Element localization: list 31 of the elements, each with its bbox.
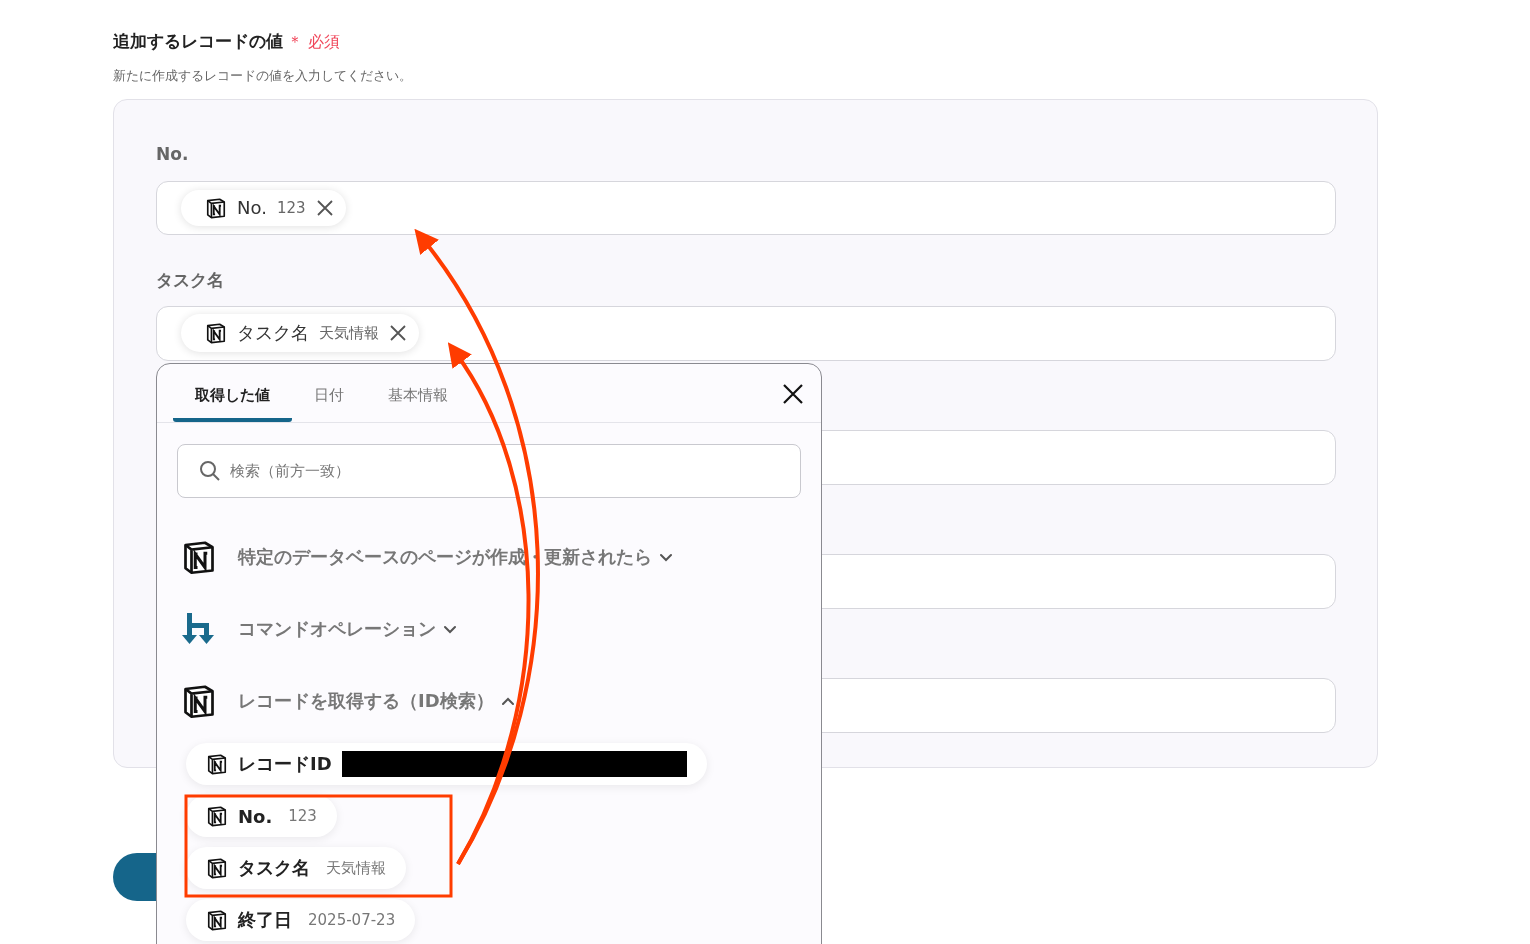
notion-logo-icon bbox=[206, 857, 228, 879]
variable-item[interactable]: タスク名 天気情報 bbox=[186, 847, 406, 889]
section-description: 新たに作成するレコードの値を入力してください。 bbox=[113, 67, 413, 85]
notion-logo-icon bbox=[206, 909, 228, 931]
variable-item[interactable]: 終了日 2025-07-23 bbox=[186, 899, 416, 941]
notion-logo-icon bbox=[206, 753, 228, 775]
search-icon bbox=[199, 460, 221, 482]
branch-arrows-icon bbox=[181, 611, 217, 647]
field-label: タスク名 bbox=[156, 269, 225, 292]
required-label: ＊ 必須 bbox=[287, 32, 341, 53]
group-title[interactable]: レコードを取得する（ID検索） bbox=[238, 689, 494, 713]
input-field[interactable]: タスク名 天気情報 bbox=[156, 306, 1336, 361]
notion-logo-icon bbox=[181, 539, 217, 575]
notion-logo-icon bbox=[181, 683, 217, 719]
value-token[interactable]: No. 123 bbox=[181, 189, 346, 226]
close-icon[interactable] bbox=[315, 198, 334, 217]
section-title: 追加するレコードの値 bbox=[113, 30, 283, 53]
group-title[interactable]: コマンドオペレーション bbox=[238, 617, 436, 641]
close-icon[interactable] bbox=[783, 384, 803, 404]
value-token[interactable]: タスク名 天気情報 bbox=[181, 314, 419, 353]
field-label: No. bbox=[156, 144, 190, 166]
variable-item[interactable]: レコードID bbox=[186, 743, 707, 785]
tab[interactable]: 日付 bbox=[292, 364, 366, 422]
tab[interactable]: 取得した値 bbox=[173, 364, 292, 422]
close-icon[interactable] bbox=[389, 324, 407, 343]
notion-logo-icon bbox=[205, 322, 227, 345]
search-field[interactable]: 検索（前方一致） bbox=[177, 444, 801, 498]
tab[interactable]: 基本情報 bbox=[366, 364, 470, 422]
input-field[interactable]: No. 123 bbox=[156, 180, 1336, 235]
notion-logo-icon bbox=[205, 196, 227, 219]
notion-logo-icon bbox=[206, 805, 228, 827]
